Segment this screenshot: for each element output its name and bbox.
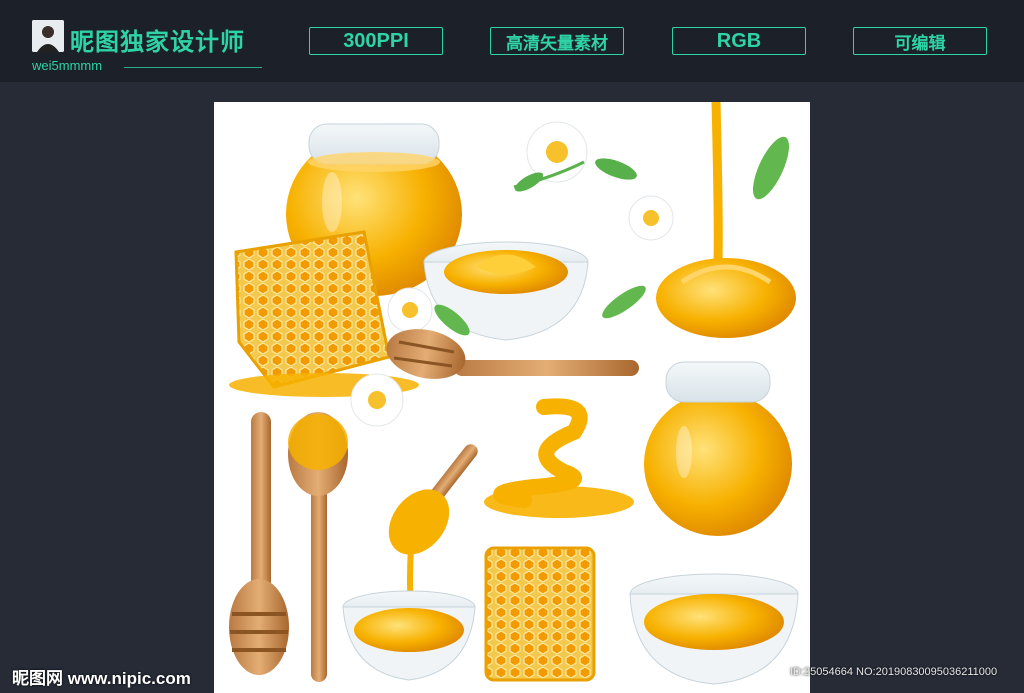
image-id-watermark: ID:25054664 NO:20190830095036211000: [790, 666, 998, 678]
resolution-badge: 300PPI: [309, 27, 443, 55]
designer-username: wei5mmmm: [32, 58, 103, 73]
editable-badge: 可编辑: [853, 27, 987, 55]
designer-avatar: [32, 20, 64, 52]
honey-illustration-canvas: [214, 102, 810, 693]
honey-bowl-icon: [629, 573, 799, 685]
designer-title: 昵图独家设计师: [70, 29, 245, 56]
vector-badge: 高清矢量素材: [490, 27, 624, 55]
honey-dipper-icon: [288, 412, 348, 682]
honey-drip-puddle-icon: [484, 398, 634, 518]
wooden-spoon-icon: [229, 412, 289, 675]
site-watermark: 昵图网 www.nipic.com: [12, 669, 191, 688]
honey-bowl-icon: [342, 590, 476, 681]
top-banner: 昵图独家设计师 wei5mmmm 300PPI 高清矢量素材 RGB 可编辑: [0, 0, 1024, 82]
honey-dipper-icon: [388, 444, 478, 613]
color-mode-badge: RGB: [672, 27, 806, 55]
username-divider: [124, 67, 262, 68]
honey-jar-icon: [644, 361, 792, 536]
honey-drip-puddle-icon: [656, 102, 796, 338]
honeycomb-icon: [484, 546, 596, 682]
